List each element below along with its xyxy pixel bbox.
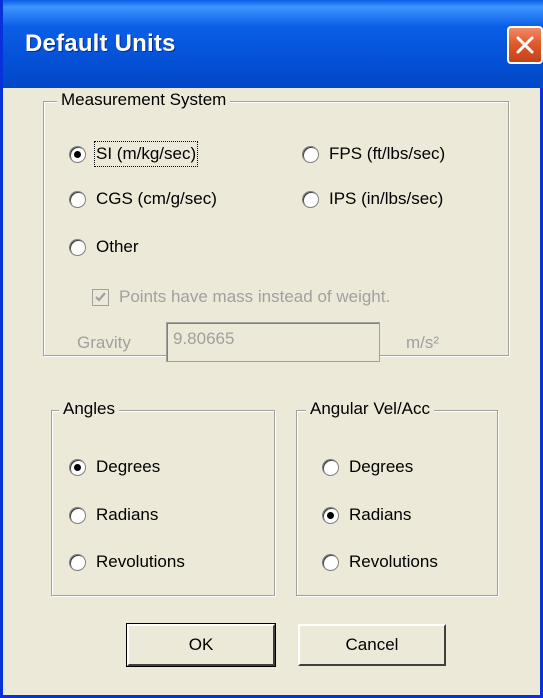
mass-checkbox-label: Points have mass instead of weight. [119,287,391,306]
angles-legend: Angles [59,399,119,419]
dialog-window: Default Units Measurement System SI (m/k… [0,0,543,698]
radio-si-indicator [69,145,86,163]
gravity-unit: m/s² [406,333,440,352]
close-icon [516,36,534,54]
angles-radio-degrees-label: Degrees [96,457,161,476]
angular-vel-acc-legend: Angular Vel/Acc [306,399,435,419]
gravity-label: Gravity [77,333,131,352]
angular-radio-degrees[interactable]: Degrees [322,456,413,478]
ok-button[interactable]: OK [126,623,276,667]
radio-cgs[interactable]: CGS (cm/g/sec) [69,188,217,210]
angular-radio-degrees-label: Degrees [349,457,414,476]
radio-fps-indicator [302,145,319,163]
mass-checkbox[interactable]: Points have mass instead of weight. [92,286,390,308]
radio-ips-label: IPS (in/lbs/sec) [329,189,444,208]
angular-radio-radians-indicator [322,506,339,524]
angles-radio-revolutions-label: Revolutions [96,552,185,571]
angular-radio-radians-label: Radians [349,505,412,524]
radio-other-label: Other [96,237,139,256]
angular-radio-revolutions-indicator [322,553,339,571]
close-button[interactable] [507,26,543,64]
radio-ips-indicator [302,190,319,208]
radio-fps[interactable]: FPS (ft/lbs/sec) [302,143,445,165]
angles-radio-degrees[interactable]: Degrees [69,456,160,478]
radio-si-label: SI (m/kg/sec) [93,141,199,167]
radio-other[interactable]: Other [69,236,139,258]
angular-radio-revolutions-label: Revolutions [349,552,438,571]
angles-radio-radians[interactable]: Radians [69,504,158,526]
radio-other-indicator [69,238,86,256]
angles-radio-degrees-indicator [69,458,86,476]
angles-radio-radians-label: Radians [96,505,159,524]
angles-radio-revolutions-indicator [69,553,86,571]
radio-cgs-label: CGS (cm/g/sec) [96,189,217,208]
radio-fps-label: FPS (ft/lbs/sec) [329,144,446,163]
radio-ips[interactable]: IPS (in/lbs/sec) [302,188,443,210]
title-bar[interactable]: Default Units [3,0,543,88]
mass-checkbox-box [92,288,109,306]
measurement-system-legend: Measurement System [57,90,231,110]
gravity-input[interactable]: 9.80665 [166,322,380,362]
angular-radio-degrees-indicator [322,458,339,476]
angles-radio-revolutions[interactable]: Revolutions [69,551,185,573]
angular-radio-revolutions[interactable]: Revolutions [322,551,438,573]
cancel-button[interactable]: Cancel [298,624,446,666]
measurement-system-group [43,101,509,356]
radio-cgs-indicator [69,190,86,208]
checkmark-icon [95,291,106,302]
radio-si[interactable]: SI (m/kg/sec) [69,141,199,167]
angles-radio-radians-indicator [69,506,86,524]
window-title: Default Units [25,30,176,57]
angular-radio-radians[interactable]: Radians [322,504,411,526]
